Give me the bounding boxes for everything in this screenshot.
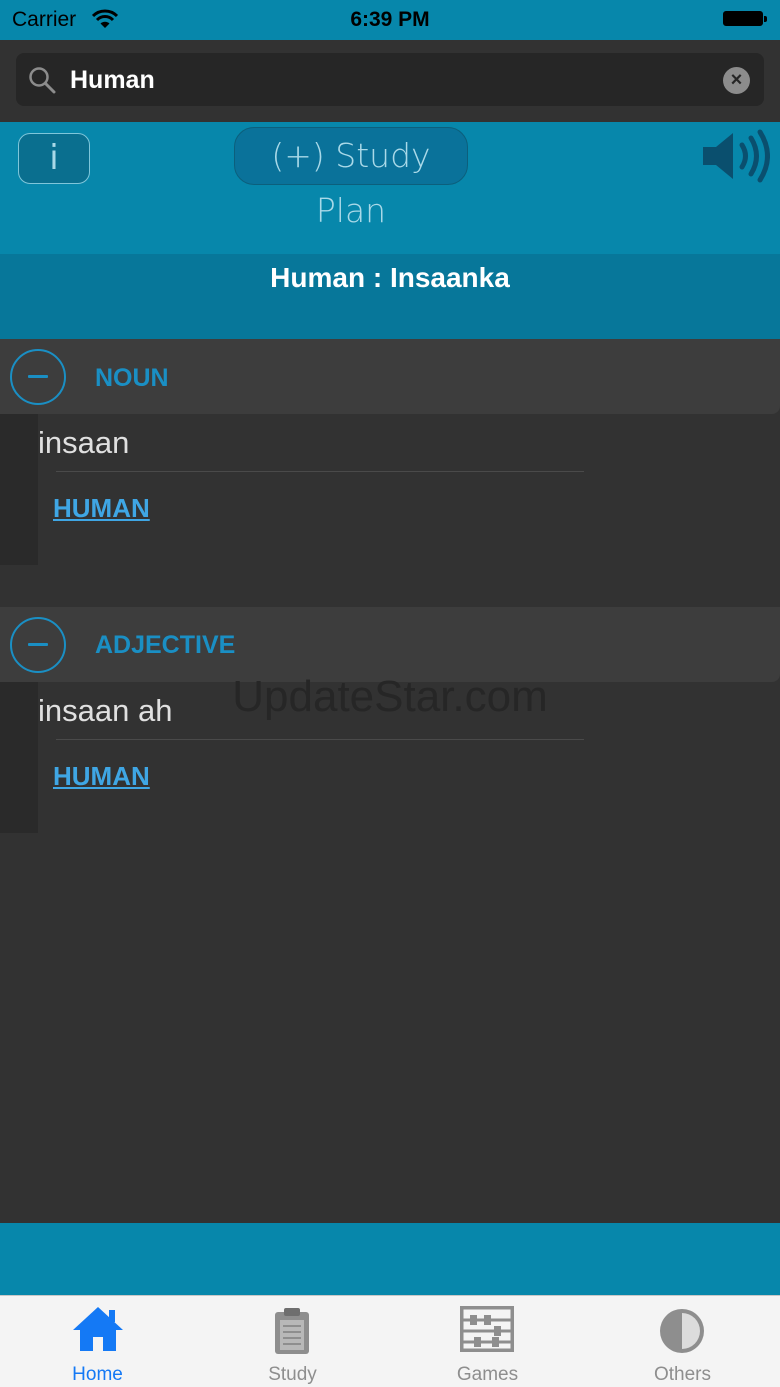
divider xyxy=(56,739,584,740)
add-study-plan-button[interactable]: (+) Study Plan xyxy=(234,127,468,230)
bottom-banner xyxy=(0,1223,780,1295)
minus-icon xyxy=(28,643,48,646)
clipboard-icon xyxy=(274,1307,310,1360)
section-title-noun: NOUN xyxy=(95,364,169,392)
tab-others-label: Others xyxy=(653,1364,712,1385)
abacus-icon xyxy=(458,1304,516,1357)
battery-tip xyxy=(764,16,767,22)
watermark: UpdateStar.com xyxy=(232,672,548,721)
search-input-value[interactable]: Human xyxy=(70,66,155,95)
divider xyxy=(56,471,584,472)
half-circle-icon xyxy=(658,1307,706,1360)
translation-word: insaan xyxy=(38,425,130,460)
house-icon xyxy=(72,1305,124,1358)
tab-home-label: Home xyxy=(72,1364,123,1385)
speaker-icon[interactable] xyxy=(700,129,770,188)
tab-games-label: Games xyxy=(456,1364,519,1385)
battery-icon xyxy=(723,11,763,26)
search-icon xyxy=(28,66,56,99)
clear-search-icon[interactable]: × xyxy=(723,67,750,94)
side-strip xyxy=(0,414,38,565)
related-word-link[interactable]: HUMAN xyxy=(53,493,150,524)
section-title-adjective: ADJECTIVE xyxy=(95,631,236,659)
related-word-link[interactable]: HUMAN xyxy=(53,761,150,792)
minus-icon xyxy=(28,375,48,378)
tab-study-label: Study xyxy=(268,1364,317,1385)
page-title: Human : Insaanka xyxy=(270,262,510,293)
info-button[interactable]: i xyxy=(18,133,90,184)
status-time: 6:39 PM xyxy=(350,8,430,31)
